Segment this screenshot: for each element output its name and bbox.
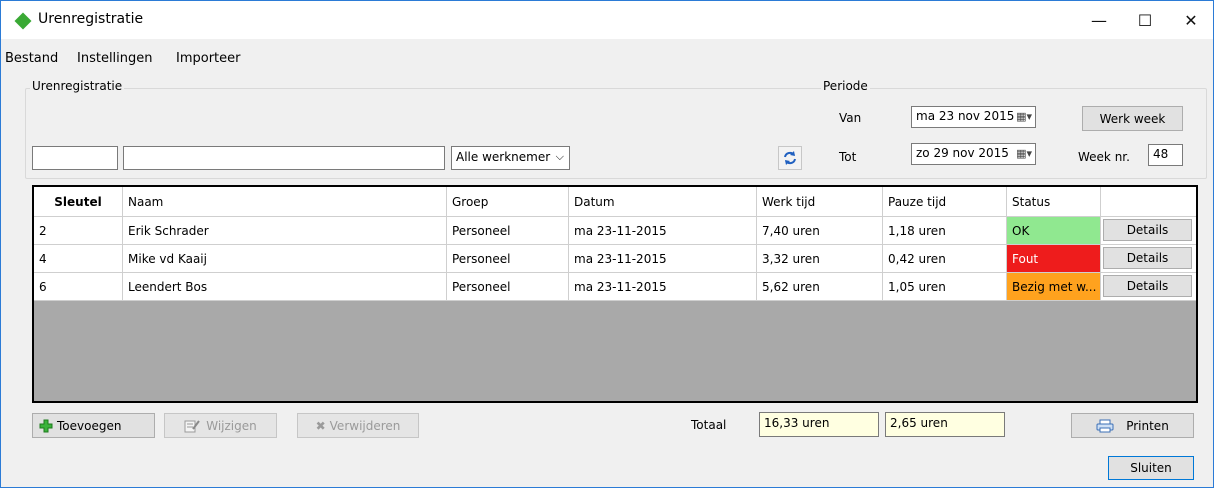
- cell-pausetime: 1,05 uren: [883, 273, 1007, 300]
- menu-instellingen[interactable]: Instellingen: [77, 51, 153, 66]
- workweek-button[interactable]: Werk week: [1082, 106, 1183, 131]
- title-bar: Urenregistratie — ☐ ✕: [1, 1, 1213, 39]
- delete-button[interactable]: ✖ Verwijderen: [297, 413, 419, 438]
- print-button-label: Printen: [1126, 418, 1169, 433]
- column-header-pausetime[interactable]: Pauze tijd: [883, 187, 1007, 216]
- table-row[interactable]: 2 Erik Schrader Personeel ma 23-11-2015 …: [34, 217, 1196, 245]
- app-window: Urenregistratie — ☐ ✕ Bestand Instelling…: [0, 0, 1214, 488]
- edit-button[interactable]: Wijzigen: [164, 413, 277, 438]
- printer-icon: [1096, 419, 1114, 432]
- weeknr-input[interactable]: 48: [1148, 144, 1183, 166]
- maximize-button[interactable]: ☐: [1122, 1, 1168, 39]
- cell-date: ma 23-11-2015: [569, 245, 757, 272]
- cell-group: Personeel: [447, 273, 569, 300]
- table-row[interactable]: 4 Mike vd Kaaij Personeel ma 23-11-2015 …: [34, 245, 1196, 273]
- column-header-group[interactable]: Groep: [447, 187, 569, 216]
- refresh-icon: [784, 151, 796, 165]
- to-date-picker[interactable]: zo 29 nov 2015 ▦▾: [911, 143, 1036, 165]
- plus-icon: [39, 419, 53, 432]
- cell-name: Erik Schrader: [123, 217, 447, 244]
- window-title: Urenregistratie: [38, 11, 144, 27]
- close-window-button[interactable]: ✕: [1168, 1, 1214, 39]
- filter-group-label: Urenregistratie: [30, 79, 125, 93]
- cell-name: Mike vd Kaaij: [123, 245, 447, 272]
- details-button[interactable]: Details: [1103, 247, 1192, 269]
- cell-key: 2: [34, 217, 123, 244]
- details-button[interactable]: Details: [1103, 275, 1192, 297]
- cell-key: 4: [34, 245, 123, 272]
- cell-name: Leendert Bos: [123, 273, 447, 300]
- column-header-date[interactable]: Datum: [569, 187, 757, 216]
- print-button[interactable]: Printen: [1071, 413, 1194, 438]
- name-filter-input[interactable]: [123, 146, 445, 170]
- status-badge: OK: [1007, 217, 1101, 244]
- hours-grid: Sleutel Naam Groep Datum Werk tijd Pauze…: [32, 185, 1198, 403]
- cell-date: ma 23-11-2015: [569, 217, 757, 244]
- column-header-details: [1101, 187, 1196, 216]
- add-button-label: Toevoegen: [57, 418, 122, 433]
- column-header-worktime[interactable]: Werk tijd: [757, 187, 883, 216]
- from-date-picker[interactable]: ma 23 nov 2015 ▦▾: [911, 106, 1036, 128]
- cell-group: Personeel: [447, 245, 569, 272]
- column-header-status[interactable]: Status: [1007, 187, 1101, 216]
- edit-button-label: Wijzigen: [206, 418, 257, 433]
- total-label: Totaal: [691, 418, 727, 432]
- close-button[interactable]: Sluiten: [1108, 456, 1194, 480]
- cell-pausetime: 1,18 uren: [883, 217, 1007, 244]
- total-pausetime-field: 2,65 uren: [885, 412, 1005, 437]
- menu-importeer[interactable]: Importeer: [176, 51, 241, 66]
- delete-button-label: Verwijderen: [329, 418, 401, 433]
- delete-x-icon: ✖: [315, 418, 326, 433]
- table-row[interactable]: 6 Leendert Bos Personeel ma 23-11-2015 5…: [34, 273, 1196, 301]
- from-label: Van: [839, 111, 862, 125]
- refresh-button[interactable]: [778, 146, 802, 170]
- employee-select-value: Alle werknemer: [456, 150, 551, 164]
- key-filter-input[interactable]: [32, 146, 118, 170]
- app-diamond-icon: [14, 12, 32, 30]
- total-worktime-field: 16,33 uren: [759, 412, 879, 437]
- grid-header: Sleutel Naam Groep Datum Werk tijd Pauze…: [34, 187, 1196, 217]
- employee-select[interactable]: Alle werknemer ⌵: [451, 146, 570, 170]
- from-date-value: ma 23 nov 2015: [916, 109, 1015, 123]
- calendar-dropdown-icon: ▦▾: [1016, 147, 1032, 160]
- cell-worktime: 7,40 uren: [757, 217, 883, 244]
- cell-pausetime: 0,42 uren: [883, 245, 1007, 272]
- period-group-label: Periode: [821, 79, 870, 93]
- menu-bestand[interactable]: Bestand: [5, 51, 58, 66]
- to-label: Tot: [839, 150, 857, 164]
- chevron-down-icon: ⌵: [555, 150, 564, 163]
- cell-worktime: 5,62 uren: [757, 273, 883, 300]
- status-badge: Bezig met w...: [1007, 273, 1101, 300]
- calendar-dropdown-icon: ▦▾: [1016, 110, 1032, 123]
- add-button[interactable]: Toevoegen: [32, 413, 155, 438]
- cell-group: Personeel: [447, 217, 569, 244]
- weeknr-label: Week nr.: [1078, 150, 1130, 164]
- status-badge: Fout: [1007, 245, 1101, 272]
- minimize-button[interactable]: —: [1076, 1, 1122, 39]
- details-button[interactable]: Details: [1103, 219, 1192, 241]
- column-header-name[interactable]: Naam: [123, 187, 447, 216]
- cell-worktime: 3,32 uren: [757, 245, 883, 272]
- to-date-value: zo 29 nov 2015: [916, 146, 1009, 160]
- edit-icon: [184, 419, 201, 432]
- column-header-key[interactable]: Sleutel: [34, 187, 123, 216]
- cell-key: 6: [34, 273, 123, 300]
- cell-date: ma 23-11-2015: [569, 273, 757, 300]
